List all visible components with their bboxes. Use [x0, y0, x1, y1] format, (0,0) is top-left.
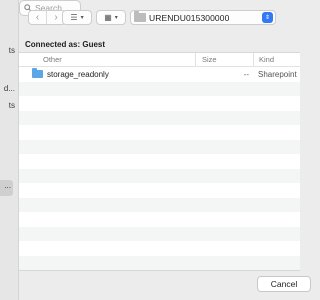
empty-row [19, 212, 300, 227]
folder-icon [32, 68, 43, 79]
back-button[interactable]: ‹ [29, 11, 47, 24]
sidebar-item-label[interactable]: d... [4, 84, 15, 93]
column-header-name[interactable]: Other [19, 55, 195, 64]
empty-row [19, 110, 300, 125]
sidebar: ts d... ts ... [0, 0, 19, 300]
sidebar-item-selected[interactable]: ... [0, 180, 13, 196]
bottom-bar: Cancel [19, 270, 311, 300]
empty-row [19, 255, 300, 270]
file-name-cell: storage_readonly [19, 68, 195, 79]
file-kind: Sharepoint [258, 69, 297, 79]
empty-row [19, 81, 300, 96]
empty-row [19, 125, 300, 140]
empty-row [19, 241, 300, 256]
group-view-button[interactable]: ▦ ▾ [96, 10, 126, 25]
cancel-button[interactable]: Cancel [257, 276, 311, 292]
empty-row [19, 183, 300, 198]
list-item[interactable]: storage_readonly -- Sharepoint [19, 67, 300, 82]
updown-arrows-icon: ⇕ [262, 12, 273, 23]
chevron-down-icon: ▾ [80, 15, 84, 21]
column-header-row: Other Size Kind [19, 53, 300, 67]
sidebar-item-label[interactable]: ts [9, 46, 15, 55]
chevron-down-icon: ▾ [114, 15, 118, 21]
empty-row [19, 168, 300, 183]
empty-row [19, 154, 300, 169]
connection-status: Connected as: Guest [19, 36, 300, 52]
file-size: -- [243, 69, 249, 79]
file-list: Other Size Kind storage_readonly -- Shar… [19, 52, 300, 270]
file-name: storage_readonly [47, 69, 109, 79]
connection-label: Connected as: Guest [25, 40, 106, 49]
empty-row [19, 139, 300, 154]
column-header-size[interactable]: Size [195, 53, 253, 66]
empty-row [19, 226, 300, 241]
location-popup[interactable]: URENDU015300000 ⇕ [130, 10, 276, 25]
toolbar: ‹ › ☰ ▾ ▦ ▾ URENDU015300000 ⇕ [19, 0, 300, 36]
sidebar-item-label: ... [4, 181, 11, 190]
sidebar-item-label[interactable]: ts [9, 101, 15, 110]
list-icon: ☰ [70, 13, 78, 22]
navigation-buttons: ‹ › [28, 10, 66, 25]
location-label: URENDU015300000 [149, 12, 230, 23]
list-view-button[interactable]: ☰ ▾ [62, 10, 92, 25]
folder-icon [134, 11, 146, 22]
chevron-right-icon: › [54, 12, 58, 23]
empty-row [19, 197, 300, 212]
chevron-left-icon: ‹ [35, 12, 40, 23]
empty-row [19, 96, 300, 111]
column-header-kind[interactable]: Kind [253, 53, 300, 66]
file-rows: storage_readonly -- Sharepoint [19, 67, 300, 270]
grid-icon: ▦ [104, 13, 112, 22]
